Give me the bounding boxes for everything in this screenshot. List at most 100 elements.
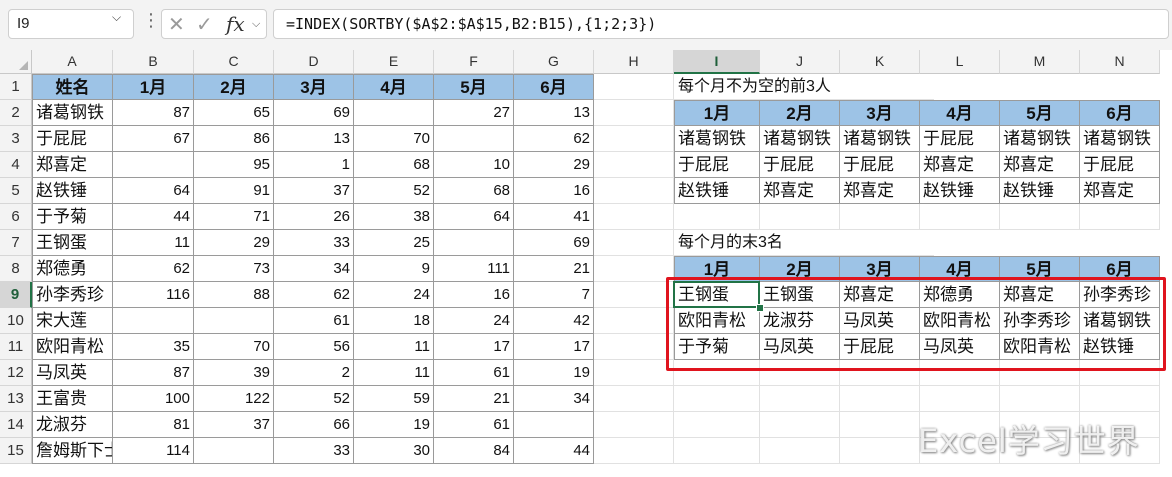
empty-cell[interactable] [594,152,674,178]
result-cell[interactable]: 孙李秀珍 [1000,308,1080,334]
formula-input[interactable]: =INDEX(SORTBY($A$2:$A$15,B2:B15),{1;2;3}… [273,9,1169,39]
value-cell[interactable] [514,412,594,438]
result-cell[interactable]: 马凤英 [760,334,840,360]
result-cell[interactable]: 马凤英 [840,308,920,334]
column-header-e[interactable]: E [354,50,434,74]
value-cell[interactable] [434,230,514,256]
name-cell[interactable]: 于予菊 [32,204,113,230]
empty-cell[interactable] [594,178,674,204]
value-cell[interactable]: 16 [434,282,514,308]
result-cell[interactable]: 郑喜定 [840,178,920,204]
result-cell[interactable]: 诸葛钢铁 [760,126,840,152]
value-cell[interactable]: 30 [354,438,434,464]
value-cell[interactable]: 91 [194,178,274,204]
row-header-4[interactable]: 4 [0,152,32,178]
value-cell[interactable]: 35 [113,334,194,360]
value-cell[interactable]: 24 [434,308,514,334]
empty-cell[interactable] [594,308,674,334]
column-header-i[interactable]: I [674,50,760,74]
value-cell[interactable]: 17 [514,334,594,360]
empty-cell[interactable] [594,204,674,230]
empty-cell[interactable] [594,230,674,256]
value-cell[interactable]: 68 [354,152,434,178]
value-cell[interactable]: 37 [274,178,354,204]
name-cell[interactable]: 宋大莲 [32,308,113,334]
result-cell[interactable]: 于屁屁 [674,152,760,178]
column-header-f[interactable]: F [434,50,514,74]
empty-cell[interactable] [674,386,760,412]
value-cell[interactable]: 29 [514,152,594,178]
result-cell[interactable]: 欧阳青松 [674,308,760,334]
empty-cell[interactable] [1080,386,1160,412]
result-cell[interactable]: 赵铁锤 [1000,178,1080,204]
value-cell[interactable]: 65 [194,100,274,126]
table-header-cell[interactable]: 1月 [113,74,194,100]
value-cell[interactable]: 19 [354,412,434,438]
empty-cell[interactable] [674,360,760,386]
value-cell[interactable]: 41 [514,204,594,230]
chevron-down-icon[interactable]: ⌵ [112,10,121,25]
value-cell[interactable]: 70 [354,126,434,152]
empty-cell[interactable] [760,360,840,386]
value-cell[interactable]: 84 [434,438,514,464]
table-header-cell[interactable]: 2月 [760,256,840,282]
result-cell[interactable]: 赵铁锤 [674,178,760,204]
value-cell[interactable]: 24 [354,282,434,308]
empty-cell[interactable] [840,386,920,412]
result-cell[interactable]: 于屁屁 [840,152,920,178]
value-cell[interactable]: 10 [434,152,514,178]
result-cell[interactable]: 于屁屁 [1080,152,1160,178]
value-cell[interactable]: 59 [354,386,434,412]
column-header-g[interactable]: G [514,50,594,74]
value-cell[interactable] [354,100,434,126]
value-cell[interactable]: 38 [354,204,434,230]
result-cell[interactable]: 诸葛钢铁 [1000,126,1080,152]
table-header-cell[interactable]: 4月 [920,100,1000,126]
value-cell[interactable]: 66 [274,412,354,438]
empty-cell[interactable] [594,74,674,100]
name-cell[interactable]: 龙淑芬 [32,412,113,438]
value-cell[interactable]: 114 [113,438,194,464]
result-cell[interactable]: 郑喜定 [840,282,920,308]
empty-cell[interactable] [1000,386,1080,412]
more-options-icon[interactable]: ⋮ [142,10,160,31]
value-cell[interactable]: 9 [354,256,434,282]
row-header-10[interactable]: 10 [0,308,32,334]
empty-cell[interactable] [594,282,674,308]
value-cell[interactable]: 111 [434,256,514,282]
fill-handle[interactable] [756,304,764,312]
empty-cell[interactable] [674,438,760,464]
row-header-14[interactable]: 14 [0,412,32,438]
value-cell[interactable]: 73 [194,256,274,282]
value-cell[interactable]: 37 [194,412,274,438]
value-cell[interactable]: 7 [514,282,594,308]
value-cell[interactable]: 52 [274,386,354,412]
value-cell[interactable] [113,308,194,334]
value-cell[interactable]: 62 [274,282,354,308]
result-cell[interactable]: 欧阳青松 [1000,334,1080,360]
result-cell[interactable]: 郑喜定 [920,152,1000,178]
name-cell[interactable]: 于屁屁 [32,126,113,152]
value-cell[interactable]: 21 [434,386,514,412]
empty-cell[interactable] [840,204,920,230]
value-cell[interactable]: 13 [274,126,354,152]
result-cell[interactable]: 王钢蛋 [674,282,760,308]
empty-cell[interactable] [760,438,840,464]
value-cell[interactable]: 52 [354,178,434,204]
result-cell[interactable]: 于予菊 [674,334,760,360]
result-cell[interactable]: 诸葛钢铁 [674,126,760,152]
empty-cell[interactable] [594,256,674,282]
result-cell[interactable]: 赵铁锤 [920,178,1000,204]
value-cell[interactable]: 61 [434,412,514,438]
empty-cell[interactable] [594,386,674,412]
select-all-corner[interactable] [0,50,32,74]
row-header-9[interactable]: 9 [0,282,32,308]
result-cell[interactable]: 诸葛钢铁 [1080,126,1160,152]
value-cell[interactable]: 67 [113,126,194,152]
empty-cell[interactable] [674,204,760,230]
row-header-11[interactable]: 11 [0,334,32,360]
table-header-cell[interactable]: 5月 [434,74,514,100]
value-cell[interactable]: 11 [354,334,434,360]
value-cell[interactable]: 61 [434,360,514,386]
value-cell[interactable]: 25 [354,230,434,256]
